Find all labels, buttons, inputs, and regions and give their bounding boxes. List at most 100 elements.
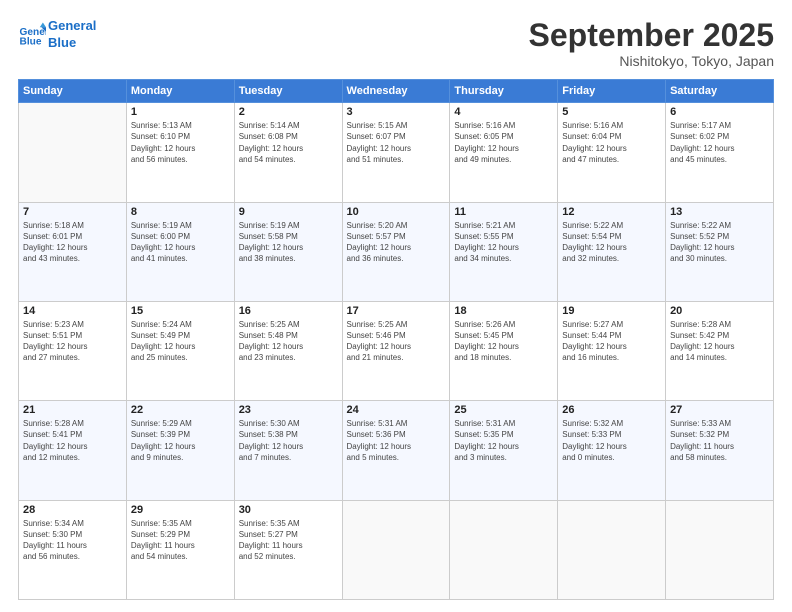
day-info: Sunrise: 5:13 AM Sunset: 6:10 PM Dayligh… bbox=[131, 120, 230, 165]
day-number: 25 bbox=[454, 404, 553, 416]
day-info: Sunrise: 5:20 AM Sunset: 5:57 PM Dayligh… bbox=[347, 220, 446, 265]
day-info: Sunrise: 5:35 AM Sunset: 5:29 PM Dayligh… bbox=[131, 518, 230, 563]
day-info: Sunrise: 5:16 AM Sunset: 6:04 PM Dayligh… bbox=[562, 120, 661, 165]
calendar-cell: 22 Sunrise: 5:29 AM Sunset: 5:39 PM Dayli… bbox=[126, 401, 234, 500]
header-day: Friday bbox=[558, 80, 666, 103]
logo-text-general: General bbox=[48, 18, 96, 35]
day-info: Sunrise: 5:19 AM Sunset: 6:00 PM Dayligh… bbox=[131, 220, 230, 265]
day-number: 7 bbox=[23, 206, 122, 218]
calendar-cell: 27 Sunrise: 5:33 AM Sunset: 5:32 PM Dayli… bbox=[666, 401, 774, 500]
header: General Blue General Blue September 2025… bbox=[18, 18, 774, 69]
calendar-cell: 9Sunrise: 5:19 AM Sunset: 5:58 PM Daylig… bbox=[234, 202, 342, 301]
calendar-week-row: 28 Sunrise: 5:34 AM Sunset: 5:30 PM Dayli… bbox=[19, 500, 774, 599]
logo-text-blue: Blue bbox=[48, 35, 96, 52]
day-number: 5 bbox=[562, 106, 661, 118]
day-number: 23 bbox=[239, 404, 338, 416]
day-info: Sunrise: 5:22 AM Sunset: 5:54 PM Dayligh… bbox=[562, 220, 661, 265]
calendar-cell: 25Sunrise: 5:31 AM Sunset: 5:35 PM Dayli… bbox=[450, 401, 558, 500]
header-row: SundayMondayTuesdayWednesdayThursdayFrid… bbox=[19, 80, 774, 103]
day-info: Sunrise: 5:23 AM Sunset: 5:51 PM Dayligh… bbox=[23, 319, 122, 364]
day-info: Sunrise: 5:14 AM Sunset: 6:08 PM Dayligh… bbox=[239, 120, 338, 165]
day-info: Sunrise: 5:25 AM Sunset: 5:48 PM Dayligh… bbox=[239, 319, 338, 364]
header-day: Monday bbox=[126, 80, 234, 103]
calendar-cell: 4 Sunrise: 5:16 AM Sunset: 6:05 PM Daylig… bbox=[450, 103, 558, 202]
header-day: Wednesday bbox=[342, 80, 450, 103]
calendar-cell: 18 Sunrise: 5:26 AM Sunset: 5:45 PM Dayli… bbox=[450, 301, 558, 400]
calendar-cell bbox=[19, 103, 127, 202]
day-info: Sunrise: 5:32 AM Sunset: 5:33 PM Dayligh… bbox=[562, 418, 661, 463]
calendar-cell: 6 Sunrise: 5:17 AM Sunset: 6:02 PM Daylig… bbox=[666, 103, 774, 202]
calendar-cell: 3 Sunrise: 5:15 AM Sunset: 6:07 PM Daylig… bbox=[342, 103, 450, 202]
calendar-week-row: 1 Sunrise: 5:13 AM Sunset: 6:10 PM Daylig… bbox=[19, 103, 774, 202]
day-number: 4 bbox=[454, 106, 553, 118]
svg-text:Blue: Blue bbox=[20, 36, 42, 47]
calendar-table: SundayMondayTuesdayWednesdayThursdayFrid… bbox=[18, 79, 774, 600]
calendar-week-row: 21 Sunrise: 5:28 AM Sunset: 5:41 PM Dayli… bbox=[19, 401, 774, 500]
day-info: Sunrise: 5:18 AM Sunset: 6:01 PM Dayligh… bbox=[23, 220, 122, 265]
day-info: Sunrise: 5:26 AM Sunset: 5:45 PM Dayligh… bbox=[454, 319, 553, 364]
day-info: Sunrise: 5:33 AM Sunset: 5:32 PM Dayligh… bbox=[670, 418, 769, 463]
calendar-page: General Blue General Blue September 2025… bbox=[0, 0, 792, 612]
day-number: 1 bbox=[131, 106, 230, 118]
day-number: 3 bbox=[347, 106, 446, 118]
calendar-cell: 20Sunrise: 5:28 AM Sunset: 5:42 PM Dayli… bbox=[666, 301, 774, 400]
day-info: Sunrise: 5:22 AM Sunset: 5:52 PM Dayligh… bbox=[670, 220, 769, 265]
calendar-header: SundayMondayTuesdayWednesdayThursdayFrid… bbox=[19, 80, 774, 103]
month-title: September 2025 bbox=[529, 18, 774, 53]
day-number: 2 bbox=[239, 106, 338, 118]
calendar-cell: 30 Sunrise: 5:35 AM Sunset: 5:27 PM Dayli… bbox=[234, 500, 342, 599]
calendar-cell: 2 Sunrise: 5:14 AM Sunset: 6:08 PM Daylig… bbox=[234, 103, 342, 202]
day-number: 6 bbox=[670, 106, 769, 118]
calendar-cell: 16Sunrise: 5:25 AM Sunset: 5:48 PM Dayli… bbox=[234, 301, 342, 400]
calendar-cell: 17 Sunrise: 5:25 AM Sunset: 5:46 PM Dayli… bbox=[342, 301, 450, 400]
calendar-cell: 10 Sunrise: 5:20 AM Sunset: 5:57 PM Dayli… bbox=[342, 202, 450, 301]
calendar-cell: 5 Sunrise: 5:16 AM Sunset: 6:04 PM Daylig… bbox=[558, 103, 666, 202]
calendar-cell: 23 Sunrise: 5:30 AM Sunset: 5:38 PM Dayli… bbox=[234, 401, 342, 500]
calendar-cell: 28 Sunrise: 5:34 AM Sunset: 5:30 PM Dayli… bbox=[19, 500, 127, 599]
day-number: 10 bbox=[347, 206, 446, 218]
calendar-week-row: 14 Sunrise: 5:23 AM Sunset: 5:51 PM Dayli… bbox=[19, 301, 774, 400]
day-number: 19 bbox=[562, 305, 661, 317]
header-day: Sunday bbox=[19, 80, 127, 103]
day-info: Sunrise: 5:28 AM Sunset: 5:42 PM Dayligh… bbox=[670, 319, 769, 364]
day-info: Sunrise: 5:27 AM Sunset: 5:44 PM Dayligh… bbox=[562, 319, 661, 364]
calendar-cell: 15Sunrise: 5:24 AM Sunset: 5:49 PM Dayli… bbox=[126, 301, 234, 400]
calendar-cell: 13 Sunrise: 5:22 AM Sunset: 5:52 PM Dayli… bbox=[666, 202, 774, 301]
calendar-cell: 21 Sunrise: 5:28 AM Sunset: 5:41 PM Dayli… bbox=[19, 401, 127, 500]
day-number: 12 bbox=[562, 206, 661, 218]
day-number: 30 bbox=[239, 504, 338, 516]
day-info: Sunrise: 5:28 AM Sunset: 5:41 PM Dayligh… bbox=[23, 418, 122, 463]
day-number: 14 bbox=[23, 305, 122, 317]
day-info: Sunrise: 5:25 AM Sunset: 5:46 PM Dayligh… bbox=[347, 319, 446, 364]
day-info: Sunrise: 5:17 AM Sunset: 6:02 PM Dayligh… bbox=[670, 120, 769, 165]
day-number: 28 bbox=[23, 504, 122, 516]
calendar-body: 1 Sunrise: 5:13 AM Sunset: 6:10 PM Daylig… bbox=[19, 103, 774, 600]
day-number: 26 bbox=[562, 404, 661, 416]
day-number: 15 bbox=[131, 305, 230, 317]
day-number: 11 bbox=[454, 206, 553, 218]
day-number: 29 bbox=[131, 504, 230, 516]
calendar-cell bbox=[342, 500, 450, 599]
day-number: 24 bbox=[347, 404, 446, 416]
logo: General Blue General Blue bbox=[18, 18, 96, 52]
day-number: 13 bbox=[670, 206, 769, 218]
calendar-cell: 19 Sunrise: 5:27 AM Sunset: 5:44 PM Dayli… bbox=[558, 301, 666, 400]
calendar-cell: 8 Sunrise: 5:19 AM Sunset: 6:00 PM Daylig… bbox=[126, 202, 234, 301]
day-number: 8 bbox=[131, 206, 230, 218]
calendar-cell: 11Sunrise: 5:21 AM Sunset: 5:55 PM Dayli… bbox=[450, 202, 558, 301]
day-number: 21 bbox=[23, 404, 122, 416]
day-number: 22 bbox=[131, 404, 230, 416]
day-info: Sunrise: 5:16 AM Sunset: 6:05 PM Dayligh… bbox=[454, 120, 553, 165]
calendar-cell: 7 Sunrise: 5:18 AM Sunset: 6:01 PM Daylig… bbox=[19, 202, 127, 301]
day-number: 18 bbox=[454, 305, 553, 317]
day-info: Sunrise: 5:29 AM Sunset: 5:39 PM Dayligh… bbox=[131, 418, 230, 463]
day-info: Sunrise: 5:15 AM Sunset: 6:07 PM Dayligh… bbox=[347, 120, 446, 165]
header-day: Thursday bbox=[450, 80, 558, 103]
calendar-cell: 14 Sunrise: 5:23 AM Sunset: 5:51 PM Dayli… bbox=[19, 301, 127, 400]
day-number: 27 bbox=[670, 404, 769, 416]
day-info: Sunrise: 5:34 AM Sunset: 5:30 PM Dayligh… bbox=[23, 518, 122, 563]
day-number: 17 bbox=[347, 305, 446, 317]
day-info: Sunrise: 5:35 AM Sunset: 5:27 PM Dayligh… bbox=[239, 518, 338, 563]
day-info: Sunrise: 5:30 AM Sunset: 5:38 PM Dayligh… bbox=[239, 418, 338, 463]
day-info: Sunrise: 5:19 AM Sunset: 5:58 PM Dayligh… bbox=[239, 220, 338, 265]
